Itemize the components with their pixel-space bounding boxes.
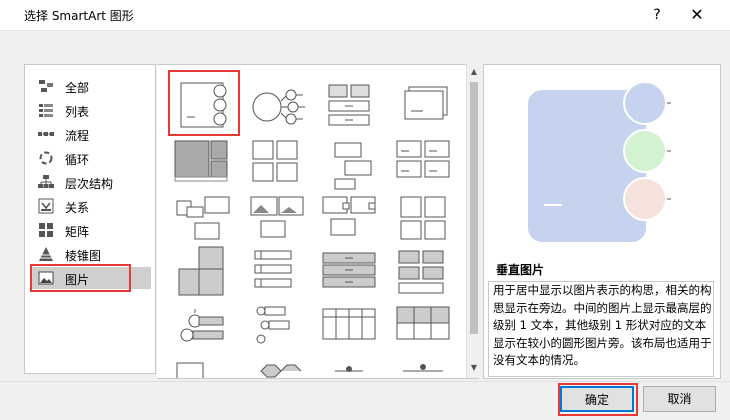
process-icon <box>38 132 54 136</box>
layout-thumbnail-mountain-pictures[interactable] <box>247 193 313 251</box>
category-label: 全部 <box>65 81 90 95</box>
preview-title: 垂直图片 <box>496 263 545 277</box>
layout-thumbnail-stacked-pictures[interactable] <box>395 77 461 135</box>
category-list-item[interactable]: 列表 <box>31 99 151 121</box>
category-label: 矩阵 <box>65 225 90 239</box>
preview-description: 用于居中显示以图片表示的构思，相关的构思显示在旁边。中间的图片上显示最高层的级别… <box>488 281 714 377</box>
category-label: 循环 <box>65 153 90 167</box>
window-title: 选择 SmartArt 图形 <box>24 9 134 23</box>
matrix-icon <box>39 223 53 237</box>
category-cycle[interactable]: 循环 <box>31 147 151 169</box>
layout-thumbnail-circle-accent[interactable] <box>247 77 313 135</box>
category-label: 棱锥图 <box>65 249 102 263</box>
layout-thumbnail-picture-blocks[interactable] <box>173 245 239 303</box>
gallery-scrollbar[interactable]: ▲ ▼ <box>466 64 481 378</box>
layout-thumbnail-offset-frames[interactable] <box>321 137 387 195</box>
category-matrix[interactable]: 矩阵 <box>31 219 151 241</box>
category-label: 层次结构 <box>65 177 114 191</box>
layout-thumbnail-picture-grid[interactable] <box>173 137 239 195</box>
highlight-picture-category <box>30 264 131 292</box>
layout-thumbnail-row6-4[interactable] <box>395 357 461 378</box>
layout-thumbnail-circular-picture-callout[interactable] <box>173 301 239 359</box>
layout-thumbnail-tile-pictures[interactable] <box>395 193 461 251</box>
help-button[interactable]: ? <box>644 2 670 28</box>
relationship-icon <box>38 198 54 214</box>
cancel-button[interactable]: 取消 <box>643 386 716 412</box>
scroll-thumb[interactable] <box>470 82 478 334</box>
layout-thumbnail-horizontal-bars[interactable] <box>321 245 387 303</box>
layout-thumbnail-picture-stack[interactable] <box>395 245 461 303</box>
scroll-down-arrow-icon[interactable]: ▼ <box>467 362 481 374</box>
highlight-selected-layout <box>168 70 240 136</box>
layout-thumbnail-picture-list[interactable] <box>321 77 387 135</box>
close-button[interactable]: ✕ <box>684 2 710 28</box>
category-label: 关系 <box>65 201 90 215</box>
preview-pane: 垂直图片 用于居中显示以图片表示的构思，相关的构思显示在旁边。中间的图片上显示最… <box>483 64 721 379</box>
layout-thumbnail-picture-columns[interactable] <box>395 301 461 359</box>
layout-thumbnail-caption-grid[interactable] <box>321 193 387 251</box>
layout-thumbnail-accented-pictures[interactable] <box>247 301 313 359</box>
layout-thumbnail-row6-3[interactable] <box>321 357 387 378</box>
scroll-up-arrow-icon[interactable]: ▲ <box>467 66 481 78</box>
layout-thumbnail-picture-rows[interactable] <box>395 137 461 195</box>
highlight-ok-button <box>558 383 638 416</box>
title-bar: 选择 SmartArt 图形 ? ✕ <box>0 0 730 31</box>
category-all[interactable]: 全部 <box>31 75 151 97</box>
pyramid-icon <box>39 247 53 261</box>
layout-thumbnail-picture-frames[interactable] <box>247 137 313 195</box>
category-pyramid[interactable]: 棱锥图 <box>31 243 151 265</box>
hierarchy-icon <box>38 175 54 188</box>
layout-thumbnail-row6-1[interactable] <box>173 357 239 378</box>
layout-thumbnail-row6-2[interactable] <box>247 357 313 378</box>
category-process[interactable]: 流程 <box>31 123 151 145</box>
layout-thumbnail-picture-table[interactable] <box>321 301 387 359</box>
layout-thumbnail-picture-lineup[interactable] <box>247 245 313 303</box>
layout-thumbnail-bending-pictures[interactable] <box>173 193 239 251</box>
category-label: 流程 <box>65 129 90 143</box>
preview-image <box>528 81 671 242</box>
category-list: 全部 列表 流程 循环 层次结构 关系 矩阵 棱锥图 图片 <box>24 64 156 374</box>
category-label: 列表 <box>65 105 90 119</box>
list-icon <box>39 104 53 117</box>
cycle-icon <box>39 151 53 165</box>
category-relationship[interactable]: 关系 <box>31 195 151 217</box>
all-icon <box>39 80 53 92</box>
category-hierarchy[interactable]: 层次结构 <box>31 171 151 193</box>
footer-divider <box>0 381 730 382</box>
